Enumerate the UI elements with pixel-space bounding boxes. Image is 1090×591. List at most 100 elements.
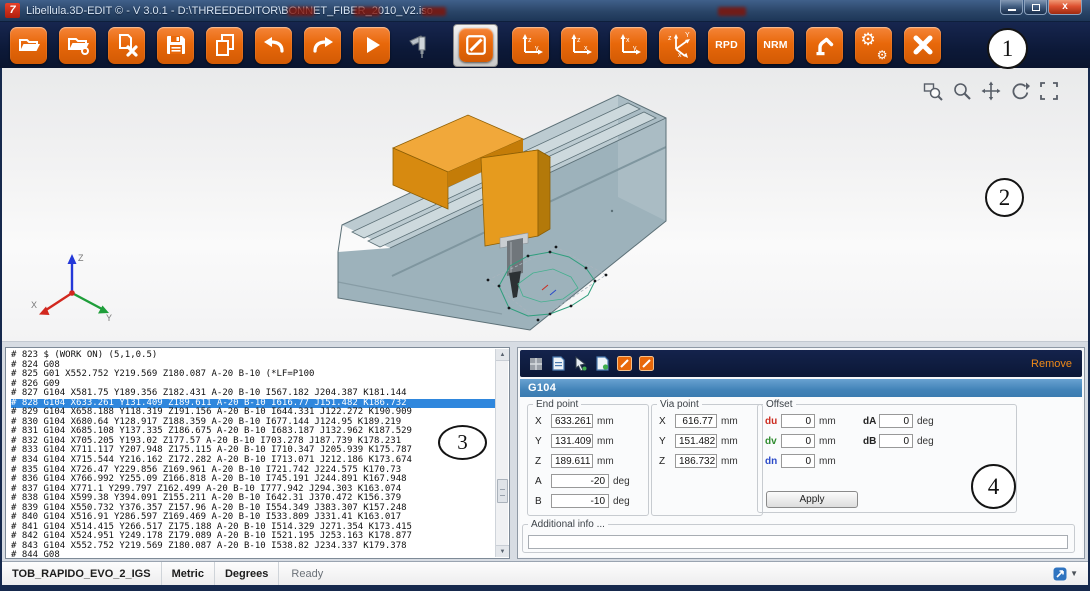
gears-icon: ⚙ ⚙ [860,30,888,62]
status-message: Ready [291,567,324,580]
field-label: dB [863,435,877,447]
form-row: dA 0 deg [863,414,934,428]
zoom-window-button[interactable] [922,80,944,102]
axis-z-label: Z [78,253,84,263]
rotate-button[interactable] [1009,80,1031,102]
robot-arm-icon [816,37,833,56]
field-input[interactable]: -10 [551,494,609,508]
robot-button[interactable] [806,26,843,64]
list-button[interactable] [528,356,544,372]
form-row: A -20 deg [535,474,648,488]
open-file-button[interactable] [10,26,47,64]
field-input[interactable]: 0 [781,434,815,448]
viewport-3d[interactable]: Z Y X [2,68,1088,342]
status-bar: TOB_RAPIDO_EVO_2_IGS Metric Degrees Read… [2,561,1088,585]
field-input[interactable]: -20 [551,474,609,488]
field-input[interactable]: 633.261 [551,414,593,428]
field-input[interactable]: 616.77 [675,414,717,428]
field-input[interactable]: 189.611 [551,454,593,468]
status-filename: TOB_RAPIDO_EVO_2_IGS [2,562,162,585]
close-button[interactable]: x [1048,0,1082,15]
field-input[interactable]: 131.409 [551,434,593,448]
properties-toolbar: Remove [520,350,1082,377]
gcode-panel: # 823 $ (WORK ON) (5,1,0.5) # 824 G08 # 82… [5,347,510,559]
field-input[interactable]: 0 [781,414,815,428]
torch-tool-button[interactable] [402,27,439,64]
axis-zx-icon: zx [571,34,592,55]
edit-button[interactable] [616,356,632,372]
offset-legend: Offset [766,399,793,410]
select-arrow-button[interactable] [572,356,588,372]
close-icon: x [1062,1,1068,12]
form-row: Z 186.732 mm [659,454,762,468]
pan-button[interactable] [980,80,1002,102]
torch-icon [408,35,425,58]
copy-button[interactable] [206,26,243,64]
edit-alt-button[interactable] [638,356,654,372]
field-input[interactable]: 186.732 [675,454,717,468]
additional-info-legend: Additional info ... [531,519,605,530]
maximize-button[interactable] [1024,0,1047,15]
view-3d-button[interactable]: z Y x [659,26,696,64]
scroll-down-icon[interactable]: ▼ [496,545,509,557]
field-unit: mm [597,415,614,427]
field-label: Z [659,455,666,467]
gcode-line[interactable]: # 825 G01 X552.752 Y219.569 Z180.087 A-2… [11,370,495,380]
gcode-command-header: G104 [520,379,1082,397]
edit-toggle-button[interactable] [458,28,493,62]
open-import-button[interactable] [59,26,96,64]
field-input[interactable]: 0 [879,414,913,428]
gcode-line[interactable]: # 844 G08 [11,551,495,557]
axis-y-label: Y [106,313,112,323]
svg-text:x: x [678,52,682,58]
nrm-button[interactable]: NRM [757,26,794,64]
document-button[interactable] [550,356,566,372]
view-zy-button[interactable]: zy [512,26,549,64]
axis-xy-icon: xy [620,34,641,55]
annotation-circle-4: 4 [971,464,1016,509]
redo-button[interactable] [304,26,341,64]
undo-button[interactable] [255,26,292,64]
save-icon [166,36,185,54]
svg-text:y: y [535,45,539,52]
status-menu-button[interactable]: ▼ [1053,567,1088,581]
field-unit: mm [597,455,614,467]
save-button[interactable] [157,26,194,64]
form-row: X 633.261 mm [535,414,648,428]
view-zx-button[interactable]: zx [561,26,598,64]
scroll-thumb[interactable] [497,479,508,503]
field-input[interactable]: 0 [879,434,913,448]
settings-button[interactable]: ⚙ ⚙ [855,26,892,64]
edit-toggle-selected [453,23,498,67]
svg-text:x: x [626,37,630,44]
zoom-button[interactable] [951,80,973,102]
field-input[interactable]: 151.482 [675,434,717,448]
field-input[interactable]: 0 [781,454,815,468]
run-button[interactable] [353,26,390,64]
view-xy-button[interactable]: xy [610,26,647,64]
rpd-button[interactable]: RPD [708,26,745,64]
form-row: du 0 mm [765,414,850,428]
minimize-button[interactable] [1000,0,1023,15]
exit-button[interactable] [904,26,941,64]
axis-triad: Z Y X [31,253,112,323]
fit-corners-icon [1040,82,1058,100]
title-bar: 7 Libellula.3D-EDIT © - V 3.0.1 - D:\THR… [0,0,1090,22]
field-unit: deg [917,415,934,427]
field-label: X [659,415,666,427]
apply-button[interactable]: Apply [766,491,858,508]
scroll-up-icon[interactable]: ▲ [496,349,509,361]
additional-info-group: Additional info ... [522,519,1075,553]
remove-button[interactable]: Remove [1031,358,1072,370]
document-add-button[interactable] [594,356,610,372]
redacted-label [288,7,314,16]
svg-text:z: z [668,35,672,42]
gcode-line[interactable]: # 843 G104 X552.752 Y219.569 Z180.087 A-… [11,541,495,552]
cursor-icon [575,356,586,371]
field-unit: mm [721,415,738,427]
gcode-line[interactable]: # 823 $ (WORK ON) (5,1,0.5) [11,350,495,361]
additional-info-input[interactable] [528,535,1068,549]
code-scrollbar[interactable]: ▲ ▼ [495,349,509,557]
fit-view-button[interactable] [1038,80,1060,102]
close-file-button[interactable] [108,26,145,64]
